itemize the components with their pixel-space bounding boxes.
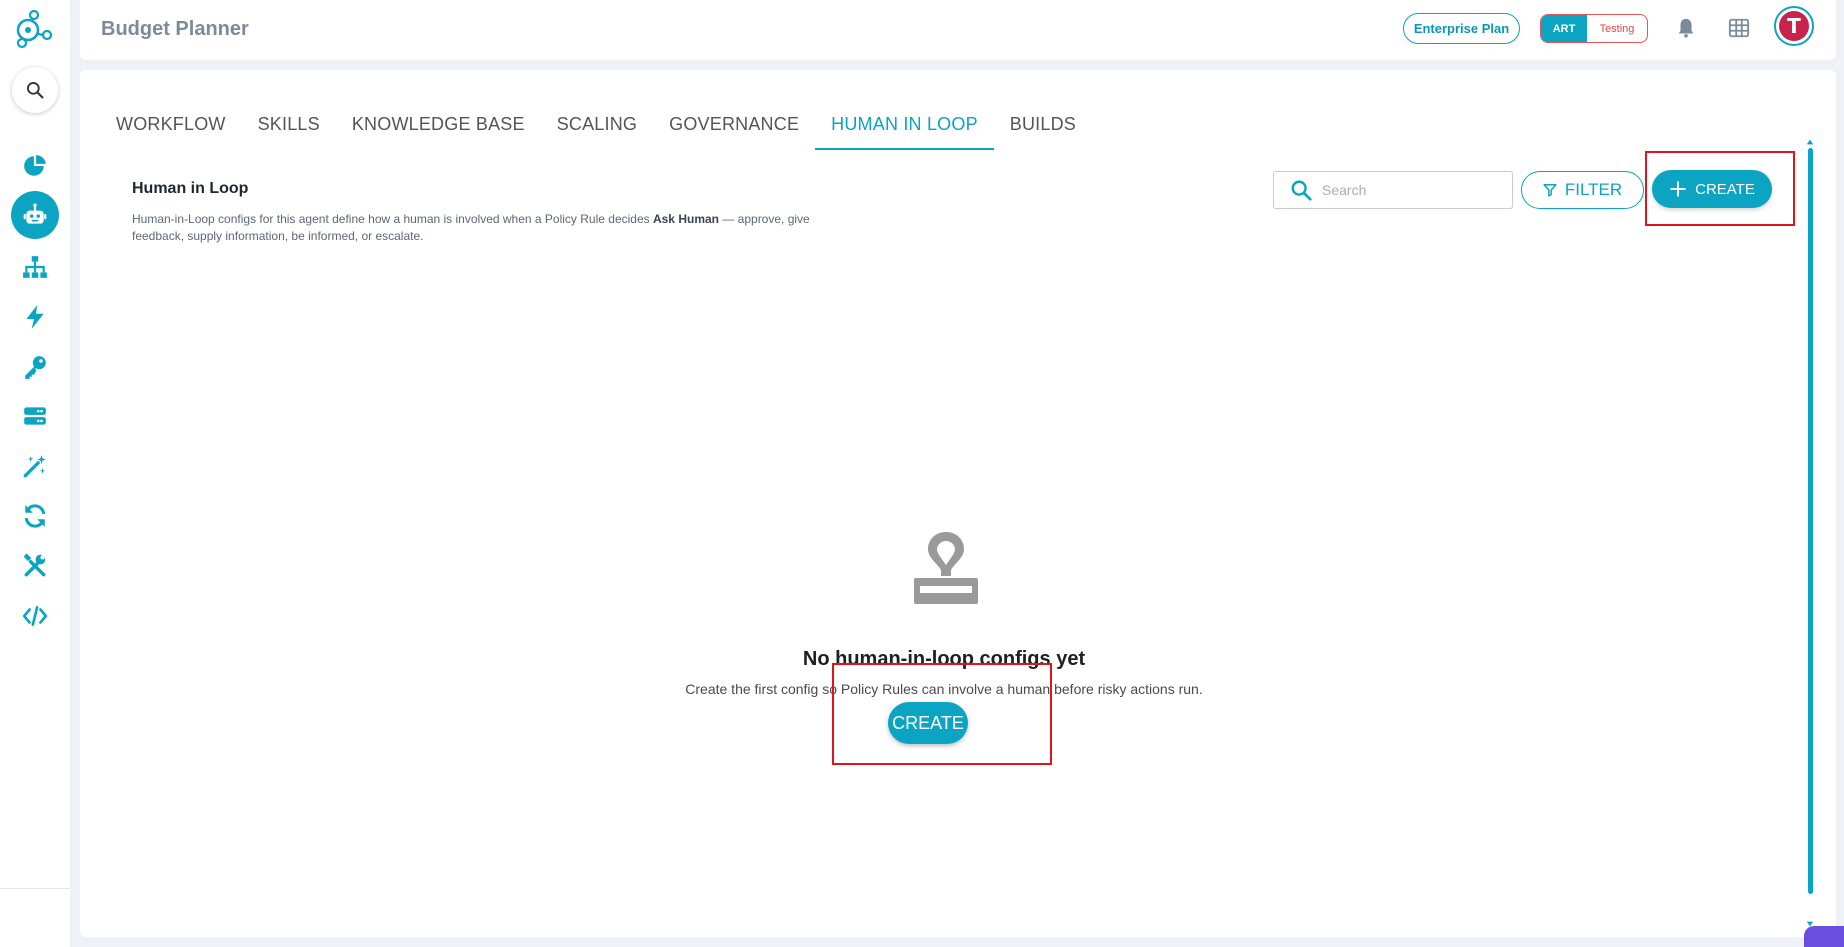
pie-chart-icon xyxy=(24,155,46,176)
filter-button[interactable]: FILTER xyxy=(1521,171,1644,209)
section-description: Human-in-Loop configs for this agent def… xyxy=(132,211,832,245)
robot-icon xyxy=(23,203,47,224)
search-input[interactable] xyxy=(1322,182,1492,198)
scroll-up-icon[interactable] xyxy=(1805,138,1815,146)
sidebar-item-tools[interactable] xyxy=(11,542,59,590)
sidebar-item-servers[interactable] xyxy=(11,392,59,440)
key-icon xyxy=(25,356,46,379)
sidebar-item-code[interactable] xyxy=(11,592,59,640)
sidebar xyxy=(0,0,70,947)
highlight-box-empty-create xyxy=(832,663,1052,765)
sitemap-icon xyxy=(23,256,47,278)
tab-governance[interactable]: GOVERNANCE xyxy=(653,100,815,150)
tab-human-in-loop[interactable]: HUMAN IN LOOP xyxy=(815,100,994,150)
sidebar-item-hierarchy[interactable] xyxy=(11,243,59,291)
code-icon xyxy=(22,606,48,626)
tools-icon xyxy=(23,553,46,577)
notifications-button[interactable] xyxy=(1672,14,1700,42)
sidebar-search-button[interactable] xyxy=(12,67,58,113)
sidebar-divider xyxy=(0,888,70,889)
tab-knowledge-base[interactable]: KNOWLEDGE BASE xyxy=(336,100,541,150)
server-icon xyxy=(24,407,46,425)
scrollbar-thumb[interactable] xyxy=(1808,148,1813,894)
sidebar-item-actions[interactable] xyxy=(11,293,59,341)
highlight-box-create xyxy=(1645,151,1795,226)
sidebar-item-magic[interactable] xyxy=(11,442,59,490)
tab-skills[interactable]: SKILLS xyxy=(242,100,336,150)
search-field[interactable] xyxy=(1273,171,1513,209)
description-emphasis: Ask Human xyxy=(652,212,719,226)
tab-scaling[interactable]: SCALING xyxy=(541,100,653,150)
section-title: Human in Loop xyxy=(132,180,249,197)
tab-builds[interactable]: BUILDS xyxy=(994,100,1092,150)
avatar-initial: T xyxy=(1779,11,1809,41)
description-text: Human-in-Loop configs for this agent def… xyxy=(132,212,653,226)
environment-toggle[interactable]: ART Testing xyxy=(1540,14,1648,43)
sidebar-item-keys[interactable] xyxy=(11,343,59,391)
user-avatar[interactable]: T xyxy=(1774,6,1814,46)
tab-workflow[interactable]: WORKFLOW xyxy=(100,100,242,150)
magic-wand-icon xyxy=(23,455,46,478)
search-icon xyxy=(27,82,44,99)
filter-icon xyxy=(1543,184,1557,197)
sync-icon xyxy=(24,504,46,528)
chat-widget-button[interactable] xyxy=(1804,926,1844,947)
bell-icon xyxy=(1678,18,1694,38)
main-panel: WORKFLOW SKILLS KNOWLEDGE BASE SCALING G… xyxy=(80,70,1836,937)
top-header: Budget Planner Enterprise Plan ART Testi… xyxy=(80,0,1836,60)
stamp-icon xyxy=(914,532,978,604)
vertical-scrollbar[interactable] xyxy=(1805,138,1815,928)
app-title: Budget Planner xyxy=(101,18,249,40)
table-grid-icon xyxy=(1728,18,1750,38)
lightning-icon xyxy=(26,305,44,329)
tab-bar: WORKFLOW SKILLS KNOWLEDGE BASE SCALING G… xyxy=(100,100,1092,150)
enterprise-plan-button[interactable]: Enterprise Plan xyxy=(1403,13,1520,44)
app-logo-icon[interactable] xyxy=(12,8,58,54)
apps-grid-button[interactable] xyxy=(1725,14,1753,42)
env-option-art[interactable]: ART xyxy=(1541,15,1587,42)
sidebar-item-analytics[interactable] xyxy=(11,142,59,190)
sidebar-item-agents[interactable] xyxy=(11,191,59,239)
sidebar-item-sync[interactable] xyxy=(11,492,59,540)
filter-label: FILTER xyxy=(1564,180,1623,199)
env-option-testing[interactable]: Testing xyxy=(1587,15,1647,42)
search-icon xyxy=(1291,180,1312,201)
